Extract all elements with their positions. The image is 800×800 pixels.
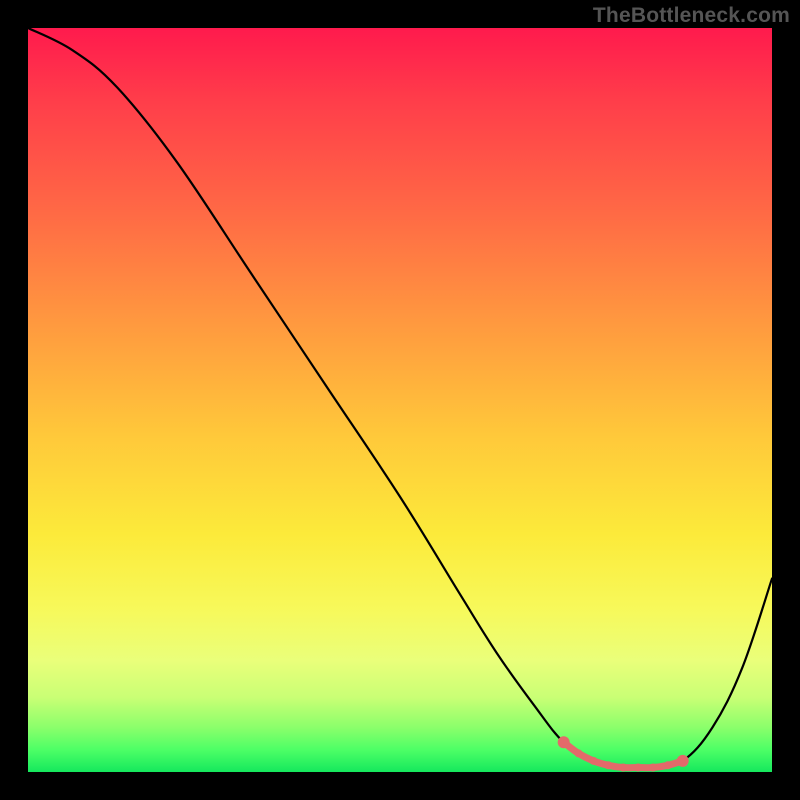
optimal-range-dots bbox=[558, 736, 689, 771]
bottleneck-curve bbox=[28, 28, 772, 768]
optimal-range-dot bbox=[664, 761, 672, 769]
optimal-range-dot bbox=[604, 761, 612, 769]
chart-frame: TheBottleneck.com bbox=[0, 0, 800, 800]
plot-area bbox=[28, 28, 772, 772]
optimal-range-endpoint bbox=[558, 736, 570, 748]
optimal-range-dot bbox=[634, 764, 642, 772]
optimal-range-dot bbox=[649, 764, 657, 772]
optimal-range-dot bbox=[589, 757, 597, 765]
optimal-range-endpoint bbox=[677, 755, 689, 767]
curve-svg bbox=[28, 28, 772, 772]
optimal-range-dot bbox=[619, 764, 627, 772]
optimal-range-dot bbox=[575, 749, 583, 757]
watermark-text: TheBottleneck.com bbox=[593, 4, 790, 28]
